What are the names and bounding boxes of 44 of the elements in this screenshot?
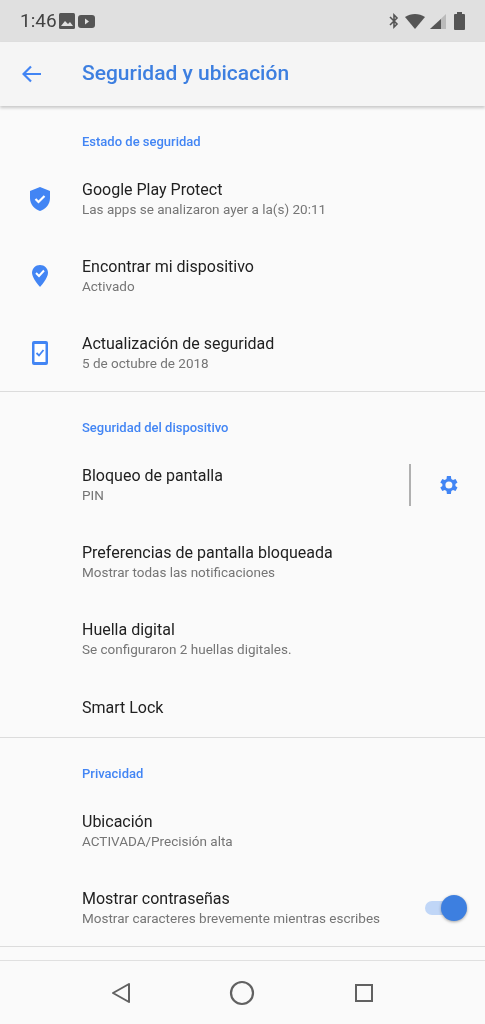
item-title: Smart Lock bbox=[82, 696, 165, 718]
page-title: Seguridad y ubicación bbox=[82, 60, 290, 88]
section-header: Seguridad del dispositivo bbox=[82, 418, 229, 437]
item-title: Preferencias de pantalla bloqueada bbox=[82, 541, 334, 563]
item-subtitle: Las apps se analizaron ayer a la(s) 20:11 bbox=[82, 199, 328, 219]
item-title: Actualización de seguridad bbox=[82, 332, 276, 354]
item-subtitle: Mostrar caracteres brevemente mientras escribes bbox=[82, 908, 382, 928]
item-subtitle: ACTIVADA/Precisión alta bbox=[82, 831, 234, 851]
triangle-back-icon bbox=[110, 981, 131, 1004]
settings-item[interactable]: Smart Lock bbox=[0, 677, 485, 737]
settings-item[interactable]: Ubicación ACTIVADA/Precisión alta bbox=[0, 792, 485, 869]
settings-item[interactable]: Google Play Protect Las apps se analizaron ayer a la(s) 20:11 bbox=[0, 160, 485, 237]
bluetooth-icon bbox=[389, 13, 399, 29]
battery-icon bbox=[454, 12, 465, 30]
square-recents-icon bbox=[354, 982, 375, 1003]
item-title: Encontrar mi dispositivo bbox=[82, 255, 255, 277]
section-header: Privacidad bbox=[82, 764, 144, 783]
signal-icon bbox=[430, 13, 446, 29]
section-header: Estado de seguridad bbox=[82, 132, 201, 151]
settings-item[interactable]: Preferencias de pantalla bloqueada Mostrar todas las notificaciones bbox=[0, 523, 485, 600]
settings-item[interactable]: Actualización de seguridad 5 de octubre de 2018 bbox=[0, 314, 485, 391]
item-subtitle: 5 de octubre de 2018 bbox=[82, 353, 210, 373]
video-icon bbox=[77, 14, 95, 28]
shield-check-icon bbox=[28, 185, 51, 212]
item-title: Huella digital bbox=[82, 618, 176, 640]
wifi-icon bbox=[405, 13, 425, 29]
settings-item[interactable]: Bloqueo de pantalla PIN bbox=[0, 446, 485, 523]
settings-item[interactable]: Encontrar mi dispositivo Activado bbox=[0, 237, 485, 314]
item-subtitle: Mostrar todas las notificaciones bbox=[82, 562, 277, 582]
item-subtitle: Se configuraron 2 huellas digitales. bbox=[82, 639, 293, 659]
item-title: Google Play Protect bbox=[82, 178, 224, 200]
item-subtitle: Activado bbox=[82, 276, 136, 296]
settings-item[interactable]: Mostrar contraseñas Mostrar caracteres brevemente mientras escribes bbox=[0, 869, 485, 946]
image-icon bbox=[58, 13, 75, 29]
item-subtitle: PIN bbox=[82, 485, 105, 505]
home-circle-icon bbox=[229, 979, 256, 1006]
item-title: Ubicación bbox=[82, 810, 154, 832]
item-title: Bloqueo de pantalla bbox=[82, 464, 224, 486]
settings-item[interactable]: Huella digital Se configuraron 2 huellas digitales. bbox=[0, 600, 485, 677]
phone-check-icon bbox=[30, 339, 49, 366]
clock: 1:46 bbox=[20, 7, 57, 34]
item-title: Mostrar contraseñas bbox=[82, 887, 231, 909]
back-arrow-icon bbox=[22, 65, 42, 83]
location-check-icon bbox=[30, 263, 49, 288]
